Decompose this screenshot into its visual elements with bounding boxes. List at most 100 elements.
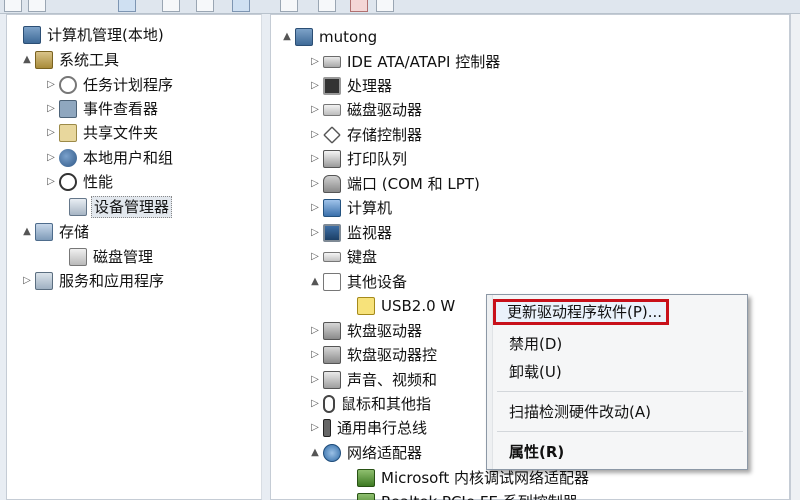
console-tree-node[interactable]: ▷ 任务计划程序 [45, 73, 175, 97]
console-tree-label: 计算机管理(本地) [47, 26, 164, 44]
printer-icon [323, 150, 341, 168]
device-tree-node[interactable]: ▷ 鼠标和其他指 [309, 392, 433, 416]
console-tree-node[interactable]: 磁盘管理 [55, 245, 155, 269]
console-tree-node[interactable]: ▷ 事件查看器 [45, 97, 160, 121]
device-tree-label: 打印队列 [347, 150, 408, 168]
expander-arrow-icon[interactable]: ▷ [45, 97, 57, 121]
show-hide-tree-button[interactable] [162, 0, 180, 12]
network-adapter-icon [323, 444, 341, 462]
expander-arrow-icon[interactable]: ▷ [21, 269, 33, 293]
device-tree-node[interactable]: ▷ 声音、视频和 [309, 368, 439, 392]
expander-arrow-icon[interactable]: ▷ [45, 73, 57, 97]
expander-arrow-icon[interactable]: ▷ [309, 343, 321, 367]
expander-arrow-icon[interactable]: ▷ [45, 170, 57, 194]
device-tree-node[interactable]: ▷ 监视器 [309, 221, 394, 245]
console-tree-node[interactable]: ▲ 存储 [21, 220, 91, 244]
expander-arrow-icon[interactable]: ▷ [45, 146, 57, 170]
console-tree-node[interactable]: 计算机管理(本地) [9, 23, 166, 47]
expander-arrow-icon[interactable]: ▷ [309, 50, 321, 74]
vertical-scrollbar[interactable] [790, 14, 800, 500]
up-button[interactable] [118, 0, 136, 12]
device-tree-node[interactable]: ▷ 软盘驱动器 [309, 319, 424, 343]
pane-splitter[interactable] [262, 14, 270, 500]
expander-arrow-icon[interactable]: ▲ [21, 220, 33, 244]
device-tree-label: 软盘驱动器 [347, 322, 423, 340]
floppy-drive-icon [323, 322, 341, 340]
forward-button[interactable] [28, 0, 46, 12]
menu-item-scan-hardware[interactable]: 扫描检测硬件改动(A) [495, 399, 745, 425]
scan-hardware-button[interactable] [280, 0, 298, 12]
menu-separator [497, 391, 743, 392]
device-tree-node[interactable]: ▲ mutong [281, 25, 379, 49]
performance-icon [59, 173, 77, 191]
console-tree-label: 服务和应用程序 [59, 272, 165, 290]
console-tree-node[interactable]: ▷ 本地用户和组 [45, 146, 175, 170]
properties-button[interactable] [196, 0, 214, 12]
device-tree-node[interactable]: ▷ 端口 (COM 和 LPT) [309, 172, 482, 196]
device-tree-node[interactable]: ▷ 打印队列 [309, 147, 409, 171]
expander-arrow-icon[interactable]: ▲ [21, 48, 33, 72]
nic-icon [357, 493, 375, 500]
expander-arrow-icon[interactable]: ▷ [309, 123, 321, 147]
device-tree-node[interactable]: ▷ 计算机 [309, 196, 394, 220]
disk-management-icon [69, 248, 87, 266]
menu-item-uninstall[interactable]: 卸载(U) [495, 359, 745, 385]
console-tree-node[interactable]: ▷ 共享文件夹 [45, 121, 160, 145]
expander-arrow-icon[interactable]: ▷ [309, 172, 321, 196]
device-tree-node[interactable]: ▷ IDE ATA/ATAPI 控制器 [309, 50, 502, 74]
menu-item-disable[interactable]: 禁用(D) [495, 331, 745, 357]
computer-icon [295, 28, 313, 46]
device-tree-label: 键盘 [347, 248, 378, 266]
menu-item-update-driver[interactable]: 更新驱动程序软件(P)... [493, 299, 669, 325]
device-tree-node[interactable]: ▷ 软盘驱动器控 [309, 343, 439, 367]
device-tree-label: 处理器 [347, 77, 393, 95]
console-tree-node[interactable]: ▲ 系统工具 [21, 48, 121, 72]
device-tree-node[interactable]: ▷ 磁盘驱动器 [309, 98, 424, 122]
device-tree-node[interactable]: ▷ 存储控制器 [309, 123, 424, 147]
expander-arrow-icon[interactable]: ▷ [309, 368, 321, 392]
device-tree-label: 存储控制器 [347, 126, 423, 144]
device-tree-label: 网络适配器 [347, 444, 423, 462]
expander-arrow-icon[interactable]: ▷ [45, 121, 57, 145]
expander-arrow-icon[interactable]: ▷ [309, 392, 321, 416]
console-tree-node[interactable]: ▷ 性能 [45, 170, 115, 194]
console-tree-label: 任务计划程序 [83, 76, 174, 94]
expander-arrow-icon[interactable]: ▷ [309, 196, 321, 220]
expander-arrow-icon[interactable]: ▲ [309, 270, 321, 294]
expander-arrow-icon[interactable]: ▷ [309, 319, 321, 343]
back-button[interactable] [4, 0, 22, 12]
help-button[interactable] [232, 0, 250, 12]
device-tree-node[interactable]: Realtek PCIe FE 系列控制器 [343, 490, 580, 500]
device-tree-label: Realtek PCIe FE 系列控制器 [379, 490, 580, 500]
expander-arrow-icon[interactable]: ▷ [309, 147, 321, 171]
storage-controller-icon [323, 126, 341, 144]
console-tree-node[interactable]: 设备管理器 [55, 195, 173, 219]
expander-arrow-icon[interactable]: ▷ [309, 245, 321, 269]
console-tree-pane: 计算机管理(本地) ▲ 系统工具 ▷ 任务计划程序 ▷ 事件查看器 ▷ 共享文件夹 ▷ 本地用户和组… [6, 14, 262, 500]
device-tree-node[interactable]: ▲ 网络适配器 [309, 441, 424, 465]
device-tree-node[interactable]: USB2.0 W [343, 294, 457, 318]
device-tree-label: 其他设备 [347, 273, 408, 291]
device-tree-node[interactable]: ▷ 键盘 [309, 245, 379, 269]
expander-arrow-icon[interactable]: ▷ [309, 221, 321, 245]
device-tree-label: IDE ATA/ATAPI 控制器 [347, 53, 501, 71]
enable-button[interactable] [376, 0, 394, 12]
task-scheduler-icon [59, 76, 77, 94]
update-driver-button[interactable] [318, 0, 336, 12]
port-icon [323, 175, 341, 193]
expander-arrow-icon[interactable]: ▲ [309, 441, 321, 465]
expander-arrow-icon[interactable]: ▲ [281, 25, 293, 49]
expander-arrow-icon[interactable]: ▷ [309, 74, 321, 98]
expander-arrow-icon[interactable]: ▷ [309, 98, 321, 122]
console-tree-node[interactable]: ▷ 服务和应用程序 [21, 269, 166, 293]
local-users-icon [59, 149, 77, 167]
device-tree-node[interactable]: ▷ 通用串行总线 [309, 416, 429, 440]
expander-arrow-icon[interactable]: ▷ [309, 416, 321, 440]
device-tree-node[interactable]: ▷ 处理器 [309, 74, 394, 98]
uninstall-button[interactable] [350, 0, 368, 12]
menu-item-properties[interactable]: 属性(R) [495, 439, 745, 465]
device-tree-node[interactable]: ▲ 其他设备 [309, 270, 409, 294]
